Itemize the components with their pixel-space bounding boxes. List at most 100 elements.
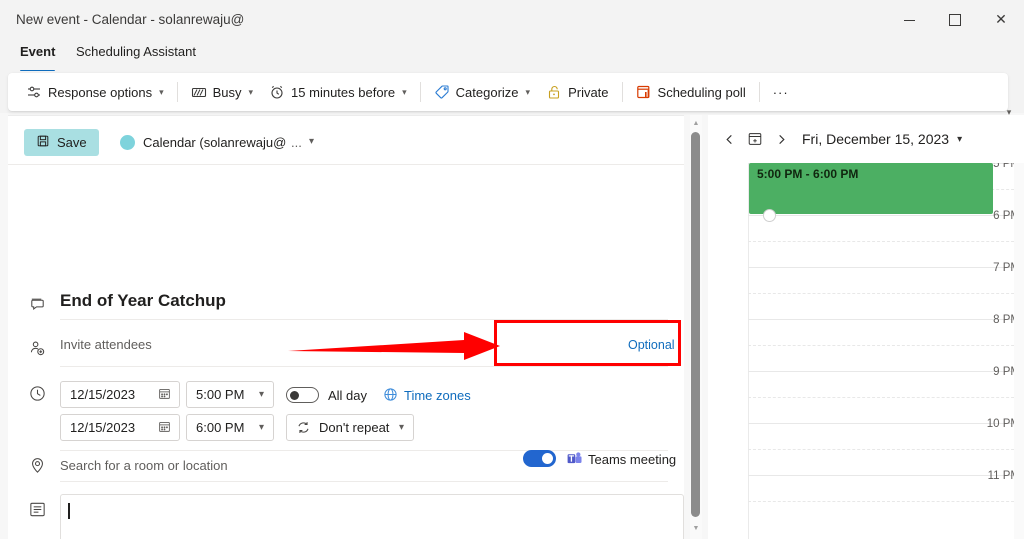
ribbon-response-options[interactable]: Response options ▾ xyxy=(19,78,171,106)
event-form: Save Calendar (solanrewaju@ ... ▾ End of… xyxy=(8,115,684,539)
calendar-header: Fri, December 15, 2023 ▾ xyxy=(708,115,1024,163)
event-resize-handle[interactable] xyxy=(763,209,776,222)
calendar-today-button[interactable] xyxy=(742,126,768,152)
new-event-window: New event - Calendar - solanrewaju@ ✕ Ev… xyxy=(0,0,1024,539)
start-date-field[interactable]: 12/15/2023 xyxy=(60,381,180,408)
calendar-color-dot xyxy=(120,135,135,150)
time-zones-globe-icon xyxy=(383,387,398,405)
event-subject[interactable]: End of Year Catchup xyxy=(60,291,226,311)
start-time-value: 5:00 PM xyxy=(196,387,245,402)
hour-line xyxy=(748,267,1024,268)
teams-meeting-toggle[interactable] xyxy=(523,450,556,467)
save-disk-icon xyxy=(36,134,50,151)
calendar-date-chevron-down-icon[interactable]: ▾ xyxy=(957,134,962,145)
scroll-up-arrow[interactable]: ▲ xyxy=(690,117,702,130)
ribbon-separator xyxy=(621,82,623,102)
busy-icon xyxy=(191,84,207,100)
event-body-editor[interactable] xyxy=(60,494,684,539)
title-bar: New event - Calendar - solanrewaju@ ✕ xyxy=(0,0,1024,40)
half-hour-line xyxy=(748,345,1024,346)
ribbon-categorize-label: Categorize xyxy=(455,84,519,100)
ribbon-separator xyxy=(419,82,421,102)
tab-event[interactable]: Event xyxy=(16,44,59,72)
location-input[interactable]: Search for a room or location xyxy=(60,458,228,473)
text-caret xyxy=(68,503,70,519)
chevron-down-icon: ▾ xyxy=(248,86,254,97)
minimize-button[interactable] xyxy=(886,0,932,40)
repeat-field[interactable]: Don't repeat ▾ xyxy=(286,414,414,441)
minimize-icon xyxy=(903,19,915,21)
ribbon: Response options ▾ Busy ▾ 15 minutes bef… xyxy=(8,73,1008,111)
hour-line xyxy=(748,371,1024,372)
divider xyxy=(60,481,668,482)
half-hour-line xyxy=(748,241,1024,242)
tab-bar: Event Scheduling Assistant xyxy=(0,40,1024,72)
chevron-down-icon: ▾ xyxy=(398,422,404,433)
all-day-label: All day xyxy=(328,388,368,403)
close-icon: ✕ xyxy=(995,12,1007,28)
teams-meeting-label: Teams meeting xyxy=(588,452,677,467)
calendar-day-grid[interactable]: 5 PM 6 PM 7 PM 8 PM 9 PM 10 PM 11 PM 5:0… xyxy=(708,163,1024,539)
toggle-knob xyxy=(290,391,299,400)
save-button-label: Save xyxy=(57,135,87,150)
scroll-down-arrow[interactable]: ▼ xyxy=(690,522,702,535)
maximize-button[interactable] xyxy=(932,0,978,40)
repeat-value: Don't repeat xyxy=(319,420,390,435)
ribbon-scheduling-poll-label: Scheduling poll xyxy=(657,84,746,100)
calendar-icon xyxy=(158,420,171,436)
chevron-down-icon: ▾ xyxy=(525,86,531,97)
attendees-icon xyxy=(26,337,48,359)
ribbon-overflow[interactable]: ··· xyxy=(766,78,796,106)
save-button[interactable]: Save xyxy=(24,129,99,156)
chevron-down-icon: ▾ xyxy=(159,86,164,97)
form-scrollbar-thumb[interactable] xyxy=(691,132,700,517)
tab-scheduling-assistant[interactable]: Scheduling Assistant xyxy=(72,44,200,70)
calendar-preview-pane: Fri, December 15, 2023 ▾ 5 PM 6 PM 7 PM … xyxy=(708,115,1024,539)
end-date-value: 12/15/2023 xyxy=(70,420,136,435)
all-day-toggle[interactable] xyxy=(286,387,319,403)
scheduling-poll-icon xyxy=(636,84,652,100)
half-hour-line xyxy=(748,397,1024,398)
calendar-name-ellipsis: ... xyxy=(291,135,302,150)
repeat-icon xyxy=(296,420,311,435)
half-hour-line xyxy=(748,293,1024,294)
reminder-clock-icon xyxy=(269,84,285,100)
ribbon-response-options-label: Response options xyxy=(48,84,153,100)
clock-icon xyxy=(26,382,48,404)
overflow-icon: ··· xyxy=(772,84,789,100)
ribbon-separator xyxy=(758,82,760,102)
invite-attendees-input[interactable]: Invite attendees xyxy=(60,337,152,352)
calendar-scroll-area[interactable] xyxy=(1014,163,1024,539)
tag-icon xyxy=(434,84,450,100)
hour-line xyxy=(748,319,1024,320)
location-icon xyxy=(26,454,48,476)
grid-vertical-line xyxy=(748,163,749,539)
end-time-value: 6:00 PM xyxy=(196,420,245,435)
ribbon-scheduling-poll[interactable]: Scheduling poll xyxy=(629,78,753,106)
close-button[interactable]: ✕ xyxy=(978,0,1024,40)
ribbon-private[interactable]: Private xyxy=(539,78,615,106)
start-date-value: 12/15/2023 xyxy=(70,387,136,402)
divider xyxy=(60,319,668,320)
time-zones-link[interactable]: Time zones xyxy=(404,388,471,403)
ribbon-categorize[interactable]: Categorize ▾ xyxy=(427,78,537,106)
calendar-event-time-label: 5:00 PM - 6:00 PM xyxy=(757,167,859,181)
end-date-field[interactable]: 12/15/2023 xyxy=(60,414,180,441)
calendar-picker-chevron-down-icon[interactable]: ▾ xyxy=(309,136,314,147)
calendar-prev-button[interactable] xyxy=(716,126,742,152)
teams-icon xyxy=(566,450,583,467)
hour-line xyxy=(748,215,1024,216)
ribbon-reminder-label: 15 minutes before xyxy=(291,84,396,100)
calendar-next-button[interactable] xyxy=(768,126,794,152)
calendar-event-block[interactable]: 5:00 PM - 6:00 PM xyxy=(749,163,993,214)
ribbon-busy[interactable]: Busy ▾ xyxy=(184,78,260,106)
end-time-field[interactable]: 6:00 PM ▾ xyxy=(186,414,274,441)
ribbon-reminder[interactable]: 15 minutes before ▾ xyxy=(262,78,414,106)
ribbon-separator xyxy=(176,82,178,102)
hour-line xyxy=(748,423,1024,424)
half-hour-line xyxy=(748,501,1024,502)
save-row: Save Calendar (solanrewaju@ ... ▾ xyxy=(8,116,684,165)
chevron-down-icon: ▾ xyxy=(258,389,264,400)
start-time-field[interactable]: 5:00 PM ▾ xyxy=(186,381,274,408)
optional-attendees-link[interactable]: Optional xyxy=(628,338,675,352)
